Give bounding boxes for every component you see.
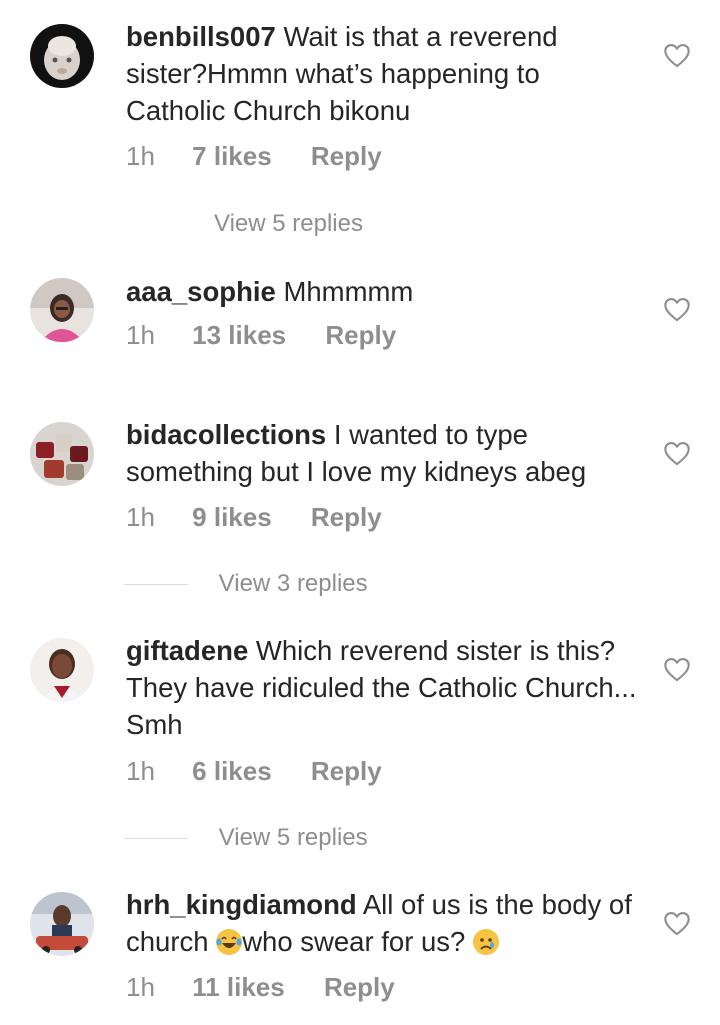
comment-meta: 1h 13 likes Reply [126, 320, 396, 351]
comment-likes[interactable]: 11 likes [192, 972, 285, 1003]
reply-button[interactable]: Reply [311, 756, 382, 787]
comment-body-line: All of us is the body of [362, 889, 632, 920]
comment-body-line: Which reverend sister is this? [255, 635, 616, 666]
comment-meta: 1h 7 likes Reply [126, 141, 382, 172]
comment-body-line: something but I love my kidneys abeg [126, 456, 587, 487]
view-replies-label[interactable]: View 5 replies [219, 824, 368, 851]
comment-meta: 1h 6 likes Reply [126, 756, 382, 787]
avatar[interactable] [30, 24, 94, 88]
comment-likes[interactable]: 7 likes [192, 141, 272, 172]
comment-time: 1h [126, 502, 155, 532]
comment-username[interactable]: bidacollections [126, 419, 326, 450]
avatar[interactable] [30, 422, 94, 486]
comment-likes[interactable]: 9 likes [192, 502, 272, 533]
reply-button[interactable]: Reply [325, 320, 396, 351]
view-replies-button[interactable]: View 5 replies [124, 210, 363, 238]
comment-time: 1h [126, 320, 155, 350]
view-replies-button[interactable]: View 5 replies [124, 824, 368, 852]
comment-likes[interactable]: 13 likes [192, 320, 286, 351]
comment-time: 1h [126, 972, 155, 1002]
comment-body-line: Smh [126, 709, 183, 740]
view-replies-button[interactable]: View 3 replies [124, 570, 368, 598]
comment-body-line: Mhmmmm [283, 276, 414, 307]
comment-text: benbills007 Wait is that a reverend sist… [126, 18, 646, 129]
heart-icon[interactable] [663, 296, 691, 322]
comment-username[interactable]: hrh_kingdiamond [126, 889, 357, 920]
heart-icon[interactable] [663, 910, 691, 936]
comment-body-line: Wait is that a reverend [283, 21, 558, 52]
comment-time: 1h [126, 141, 155, 171]
comment-body-line: sister?Hmmn what’s happening to [126, 58, 540, 89]
comment-body-line: church [126, 926, 209, 957]
heart-icon[interactable] [663, 42, 691, 68]
comment-meta: 1h 9 likes Reply [126, 502, 382, 533]
comment-time: 1h [126, 756, 155, 786]
comment-body-line: I wanted to type [333, 419, 528, 450]
comment-meta: 1h 11 likes Reply [126, 972, 395, 1003]
replies-divider [124, 838, 188, 840]
avatar[interactable] [30, 278, 94, 342]
comment-username[interactable]: aaa_sophie [126, 276, 276, 307]
comment-text: hrh_kingdiamond All of us is the body of… [126, 886, 646, 960]
comment-text: giftadene Which reverend sister is this?… [126, 632, 646, 743]
comment-username[interactable]: benbills007 [126, 21, 276, 52]
comment-text: bidacollections I wanted to type somethi… [126, 416, 646, 490]
comment-body-line: who swear for us? [242, 926, 466, 957]
heart-icon[interactable] [663, 656, 691, 682]
heart-icon[interactable] [663, 440, 691, 466]
comment-body-line: They have ridiculed the Catholic Church.… [126, 672, 637, 703]
view-replies-label[interactable]: View 3 replies [219, 570, 368, 597]
reply-button[interactable]: Reply [311, 141, 382, 172]
view-replies-label[interactable]: View 5 replies [214, 210, 363, 237]
crying-face-emoji-icon [472, 929, 499, 955]
comment-text: aaa_sophie Mhmmmm [126, 273, 646, 310]
reply-button[interactable]: Reply [324, 972, 395, 1003]
reply-button[interactable]: Reply [311, 502, 382, 533]
avatar[interactable] [30, 892, 94, 956]
comment-likes[interactable]: 6 likes [192, 756, 272, 787]
comment-username[interactable]: giftadene [126, 635, 248, 666]
avatar[interactable] [30, 638, 94, 702]
replies-divider [124, 584, 188, 586]
comment-body-line: Catholic Church bikonu [126, 95, 411, 126]
tears-of-joy-emoji-icon [216, 929, 243, 955]
